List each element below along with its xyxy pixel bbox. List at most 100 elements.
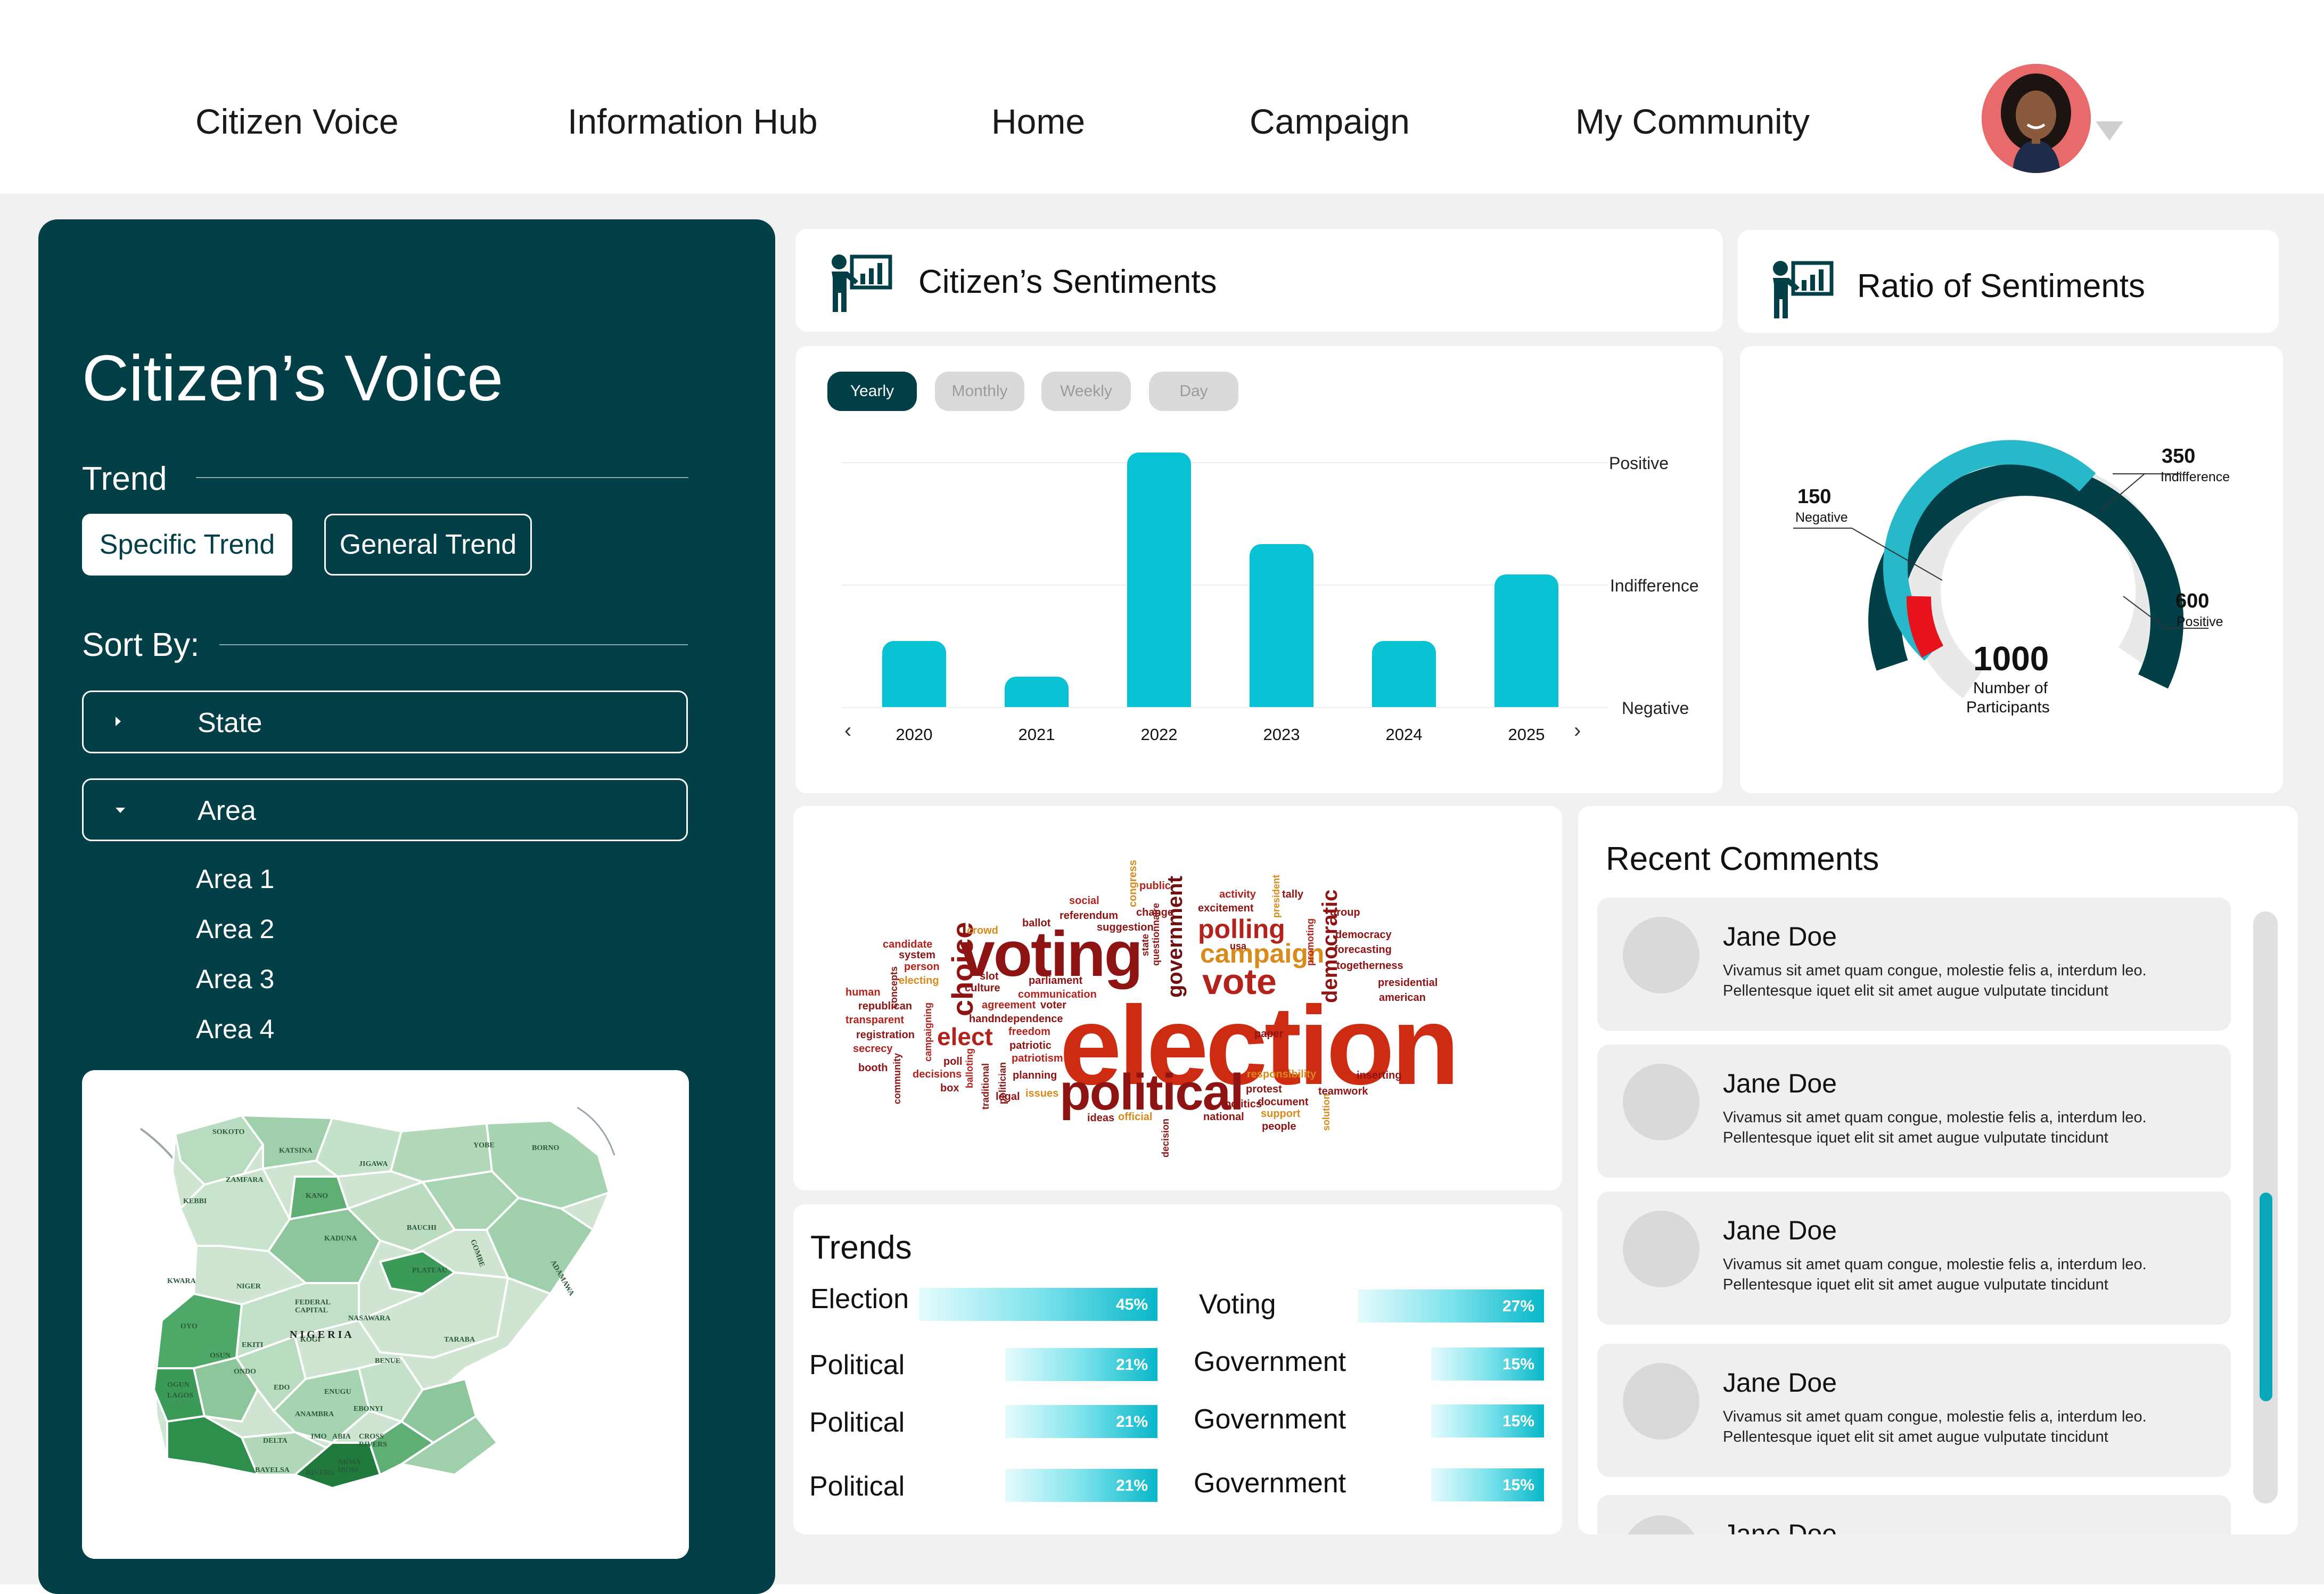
presentation-chart-icon bbox=[832, 254, 892, 312]
bar-2023[interactable] bbox=[1250, 544, 1313, 707]
trend-label: Political bbox=[809, 1350, 905, 1381]
word: booth bbox=[858, 1062, 888, 1074]
nigeria-map[interactable]: SOKOTO KATSINA YOBE BORNO ZAMFARA JIGAWA… bbox=[82, 1070, 689, 1559]
svg-text:ENUGU: ENUGU bbox=[324, 1388, 351, 1396]
area-item[interactable]: Area 4 bbox=[196, 1014, 274, 1045]
comment-card[interactable]: Jane Doe Vivamus sit amet quam congue, m… bbox=[1597, 898, 2231, 1031]
specific-trend-button[interactable]: Specific Trend bbox=[82, 514, 292, 576]
word: candidate bbox=[883, 939, 933, 950]
word: human bbox=[845, 987, 881, 998]
sort-state-dropdown[interactable]: State bbox=[82, 691, 688, 753]
word: concepts bbox=[889, 966, 899, 1008]
trend-label: Government bbox=[1194, 1346, 1346, 1377]
word: registration bbox=[856, 1029, 915, 1041]
comment-card[interactable]: Jane Doe Vivamus sit amet quam congue, m… bbox=[1597, 1344, 2231, 1477]
trend-label: Government bbox=[1194, 1404, 1346, 1435]
total-label-line1: Number of bbox=[1973, 679, 2048, 697]
total-label-line2: Participants bbox=[1966, 699, 2050, 716]
word: social bbox=[1069, 895, 1099, 907]
recent-comments-title: Recent Comments bbox=[1606, 841, 1879, 877]
nav-my-community[interactable]: My Community bbox=[1575, 101, 1810, 142]
comment-card[interactable]: Jane Doe Vivamus sit amet quam congue, m… bbox=[1597, 1192, 2231, 1325]
tab-day[interactable]: Day bbox=[1149, 372, 1238, 411]
sort-area-dropdown[interactable]: Area bbox=[82, 778, 688, 841]
svg-text:JIGAWA: JIGAWA bbox=[359, 1160, 388, 1168]
trend-percent: 21% bbox=[1115, 1356, 1148, 1374]
trend-label: Election bbox=[810, 1284, 909, 1314]
word: public bbox=[1139, 880, 1171, 892]
word: inserting bbox=[1357, 1070, 1402, 1081]
comments-scrollbar-thumb[interactable] bbox=[2260, 1193, 2272, 1401]
word: group bbox=[1330, 907, 1360, 918]
trend-percent: 21% bbox=[1115, 1413, 1148, 1431]
comment-text: Vivamus sit amet quam congue, molestie f… bbox=[1723, 1408, 2147, 1445]
nav-campaign[interactable]: Campaign bbox=[1250, 101, 1410, 142]
bar-2022[interactable] bbox=[1127, 453, 1191, 707]
indifference-label: Indifference bbox=[2161, 470, 2230, 484]
word: patriotism bbox=[1012, 1053, 1063, 1064]
trend-bar: 15% bbox=[1431, 1347, 1544, 1381]
tab-monthly[interactable]: Monthly bbox=[935, 372, 1024, 411]
word: communication bbox=[1018, 989, 1097, 1000]
word: decisions bbox=[913, 1069, 962, 1080]
positive-label: Positive bbox=[2177, 614, 2223, 629]
bar-2024[interactable] bbox=[1372, 641, 1436, 707]
general-trend-button[interactable]: General Trend bbox=[324, 514, 532, 576]
word: activity bbox=[1219, 889, 1256, 900]
comment-text: Vivamus sit amet quam congue, molestie f… bbox=[1723, 1109, 2147, 1146]
chevron-right-icon[interactable]: › bbox=[1574, 719, 1581, 743]
word: community bbox=[892, 1053, 902, 1104]
sidebar-title: Citizen’s Voice bbox=[82, 342, 504, 414]
svg-text:NASAWARA: NASAWARA bbox=[348, 1314, 391, 1322]
word: protest bbox=[1246, 1083, 1282, 1095]
word: usa bbox=[1230, 941, 1247, 951]
tab-weekly[interactable]: Weekly bbox=[1041, 372, 1131, 411]
area-item[interactable]: Area 3 bbox=[196, 964, 274, 995]
svg-text:OSUN: OSUN bbox=[210, 1352, 231, 1360]
chevron-down-icon[interactable] bbox=[2096, 121, 2123, 141]
nav-information-hub[interactable]: Information Hub bbox=[568, 101, 818, 142]
word: elect bbox=[937, 1023, 993, 1050]
trend-label: Voting bbox=[1199, 1289, 1276, 1320]
comment-card[interactable]: Jane Doe bbox=[1597, 1495, 2231, 1534]
bar-2020[interactable] bbox=[882, 641, 946, 707]
chevron-left-icon[interactable]: ‹ bbox=[844, 719, 851, 743]
caret-down-icon bbox=[116, 808, 125, 813]
caret-right-icon bbox=[116, 717, 121, 726]
trend-label: Political bbox=[809, 1471, 905, 1502]
sentiments-title: Citizen’s Sentiments bbox=[918, 264, 1217, 300]
word: promoting bbox=[1305, 918, 1316, 966]
comment-text: Vivamus sit amet quam congue, molestie f… bbox=[1723, 1256, 2147, 1293]
x-tick-label: 2024 bbox=[1385, 725, 1423, 744]
tab-yearly[interactable]: Yearly bbox=[827, 372, 917, 411]
user-avatar[interactable] bbox=[1982, 64, 2091, 173]
word: transparent bbox=[845, 1014, 905, 1026]
nav-home[interactable]: Home bbox=[991, 101, 1085, 142]
sentiments-chart-card: Yearly Monthly Weekly Day Positive Indif… bbox=[795, 346, 1723, 793]
bar-2025[interactable] bbox=[1494, 574, 1558, 707]
word: state bbox=[1140, 933, 1151, 956]
word: decision bbox=[1160, 1118, 1171, 1157]
negative-value: 150 bbox=[1797, 486, 1832, 508]
svg-text:OYO: OYO bbox=[180, 1322, 198, 1330]
word: parliament bbox=[1029, 975, 1083, 987]
comment-author: Jane Doe bbox=[1723, 1069, 1837, 1098]
total-participants-value: 1000 bbox=[1973, 639, 2049, 678]
comment-card[interactable]: Jane Doe Vivamus sit amet quam congue, m… bbox=[1597, 1045, 2231, 1178]
svg-text:ONDO: ONDO bbox=[234, 1368, 256, 1376]
word: republican bbox=[858, 1000, 913, 1012]
trend-bar: 21% bbox=[1005, 1405, 1157, 1438]
svg-text:CAPITAL: CAPITAL bbox=[295, 1307, 328, 1314]
area-item[interactable]: Area 2 bbox=[196, 914, 274, 944]
avatar bbox=[1623, 917, 1699, 993]
bar-2021[interactable] bbox=[1005, 677, 1069, 707]
svg-text:BORNO: BORNO bbox=[532, 1144, 559, 1152]
y-label-positive: Positive bbox=[1609, 454, 1669, 473]
word: freedom bbox=[1008, 1026, 1050, 1038]
svg-text:DELTA: DELTA bbox=[263, 1437, 288, 1445]
word: people bbox=[1262, 1121, 1296, 1132]
trend-percent: 15% bbox=[1502, 1476, 1534, 1494]
nav-citizen-voice[interactable]: Citizen Voice bbox=[195, 101, 399, 142]
word: tally bbox=[1282, 889, 1304, 900]
area-item[interactable]: Area 1 bbox=[196, 864, 274, 894]
